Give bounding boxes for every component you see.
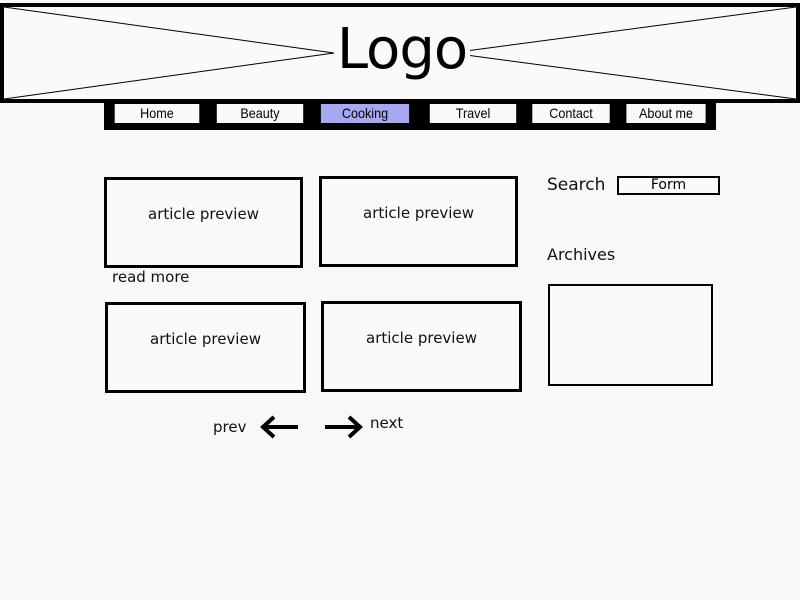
- article-preview-label: article preview: [148, 205, 259, 223]
- arrow-right-icon[interactable]: [323, 414, 363, 440]
- nav-item-cooking[interactable]: Cooking: [320, 104, 410, 123]
- article-preview-label: article preview: [150, 330, 261, 348]
- nav-item-home[interactable]: Home: [114, 104, 200, 123]
- nav-item-contact[interactable]: Contact: [532, 104, 610, 123]
- nav-item-about-me[interactable]: About me: [626, 104, 706, 123]
- search-form-input[interactable]: Form: [617, 176, 720, 195]
- archives-heading: Archives: [547, 245, 616, 264]
- next-link[interactable]: next: [370, 414, 403, 432]
- nav-item-beauty[interactable]: Beauty: [216, 104, 304, 123]
- nav-item-travel[interactable]: Travel: [429, 104, 517, 123]
- article-preview-label: article preview: [363, 204, 474, 222]
- arrow-left-icon[interactable]: [260, 414, 300, 440]
- page: Logo Home Beauty Cooking Travel Contact …: [0, 0, 800, 600]
- logo-banner: Logo: [0, 3, 800, 103]
- prev-link[interactable]: prev: [213, 418, 246, 436]
- search-label: Search: [547, 175, 606, 195]
- article-preview-label: article preview: [366, 329, 477, 347]
- logo[interactable]: Logo: [334, 15, 470, 85]
- article-preview[interactable]: article preview: [105, 302, 306, 393]
- main-nav: Home Beauty Cooking Travel Contact About…: [104, 99, 716, 130]
- archives-box[interactable]: [548, 284, 713, 386]
- article-preview[interactable]: article preview: [319, 176, 518, 267]
- read-more-link[interactable]: read more: [112, 268, 189, 286]
- article-preview[interactable]: article preview: [321, 301, 522, 392]
- article-preview[interactable]: article preview: [104, 177, 303, 268]
